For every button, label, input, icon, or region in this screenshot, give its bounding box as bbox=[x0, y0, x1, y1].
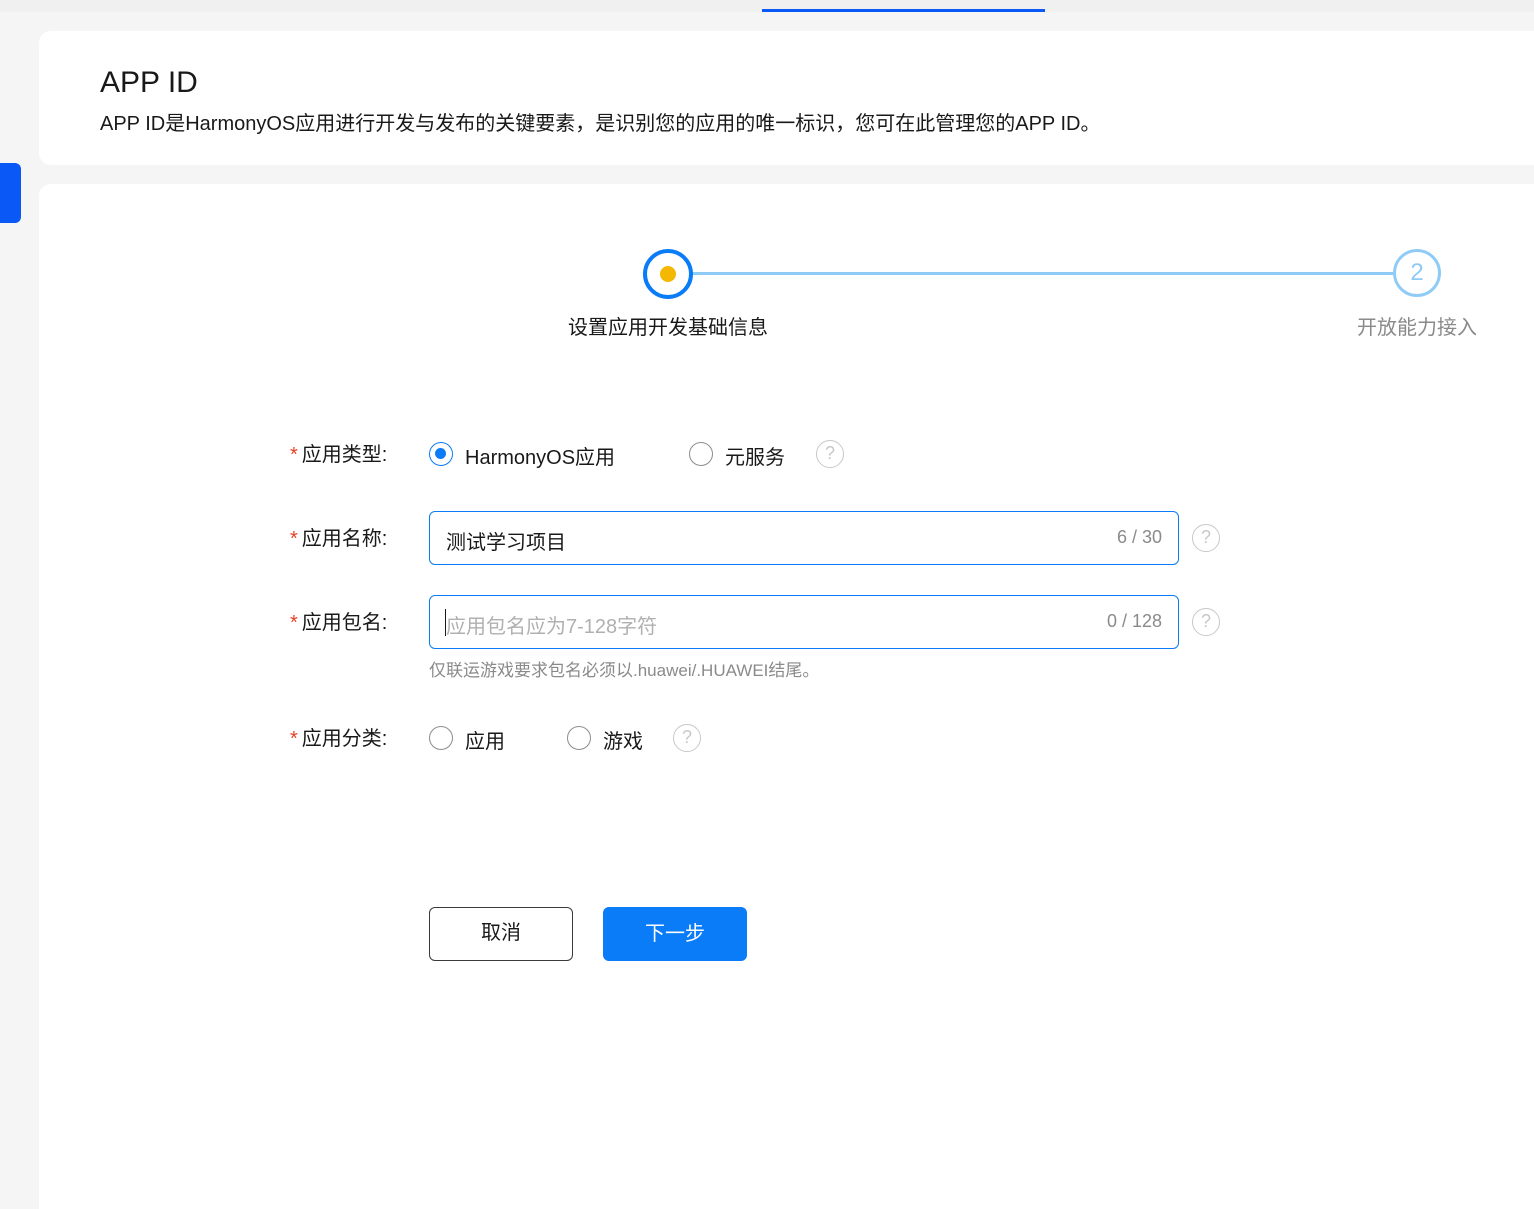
radio-atomic-service[interactable] bbox=[689, 442, 713, 466]
step-2-label: 开放能力接入 bbox=[1357, 317, 1477, 339]
radio-category-app-label[interactable]: 应用 bbox=[465, 725, 505, 754]
active-tab-indicator bbox=[762, 9, 1045, 12]
package-name-input[interactable]: 应用包名应为7-128字符 0 / 128 bbox=[429, 595, 1179, 649]
step-2-indicator: 2 bbox=[1393, 249, 1441, 297]
package-name-hint: 仅联运游戏要求包名必须以.huawei/.HUAWEI结尾。 bbox=[429, 661, 820, 680]
radio-atomic-service-label[interactable]: 元服务 bbox=[725, 441, 785, 470]
text-caret bbox=[445, 609, 446, 636]
radio-category-game-label[interactable]: 游戏 bbox=[603, 725, 643, 754]
app-type-label: * 应用类型: bbox=[290, 444, 388, 466]
package-name-counter: 0 / 128 bbox=[1106, 611, 1162, 631]
app-name-label: * 应用名称: bbox=[290, 528, 388, 550]
app-name-input[interactable]: 测试学习项目 6 / 30 bbox=[429, 511, 1179, 565]
header-card: APP ID APP ID是HarmonyOS应用进行开发与发布的关键要素，是识… bbox=[39, 31, 1534, 165]
radio-category-game[interactable] bbox=[567, 726, 591, 750]
help-icon[interactable]: ? bbox=[673, 724, 701, 752]
required-mark: * bbox=[290, 612, 298, 634]
step-connector bbox=[668, 272, 1399, 275]
cancel-button[interactable]: 取消 bbox=[429, 907, 573, 961]
step-1-indicator bbox=[643, 249, 693, 299]
page-description: APP ID是HarmonyOS应用进行开发与发布的关键要素，是识别您的应用的唯… bbox=[100, 113, 1101, 135]
app-name-counter: 6 / 30 bbox=[1116, 527, 1162, 547]
sidebar-active-indicator[interactable] bbox=[0, 163, 21, 223]
radio-category-app[interactable] bbox=[429, 726, 453, 750]
step-1-label: 设置应用开发基础信息 bbox=[568, 317, 768, 339]
form-card bbox=[39, 184, 1534, 1209]
app-category-label: * 应用分类: bbox=[290, 728, 388, 750]
required-mark: * bbox=[290, 728, 298, 750]
package-name-placeholder: 应用包名应为7-128字符 bbox=[446, 616, 658, 638]
radio-harmonyos-app-label[interactable]: HarmonyOS应用 bbox=[465, 441, 615, 470]
help-icon[interactable]: ? bbox=[1192, 524, 1220, 552]
app-name-value: 测试学习项目 bbox=[446, 532, 566, 554]
next-step-button[interactable]: 下一步 bbox=[603, 907, 747, 961]
radio-harmonyos-app[interactable] bbox=[429, 442, 453, 466]
required-mark: * bbox=[290, 528, 298, 550]
page-title: APP ID bbox=[100, 66, 198, 99]
step-current-dot bbox=[660, 266, 676, 282]
package-name-label: * 应用包名: bbox=[290, 612, 388, 634]
help-icon[interactable]: ? bbox=[816, 440, 844, 468]
required-mark: * bbox=[290, 444, 298, 466]
help-icon[interactable]: ? bbox=[1192, 608, 1220, 636]
